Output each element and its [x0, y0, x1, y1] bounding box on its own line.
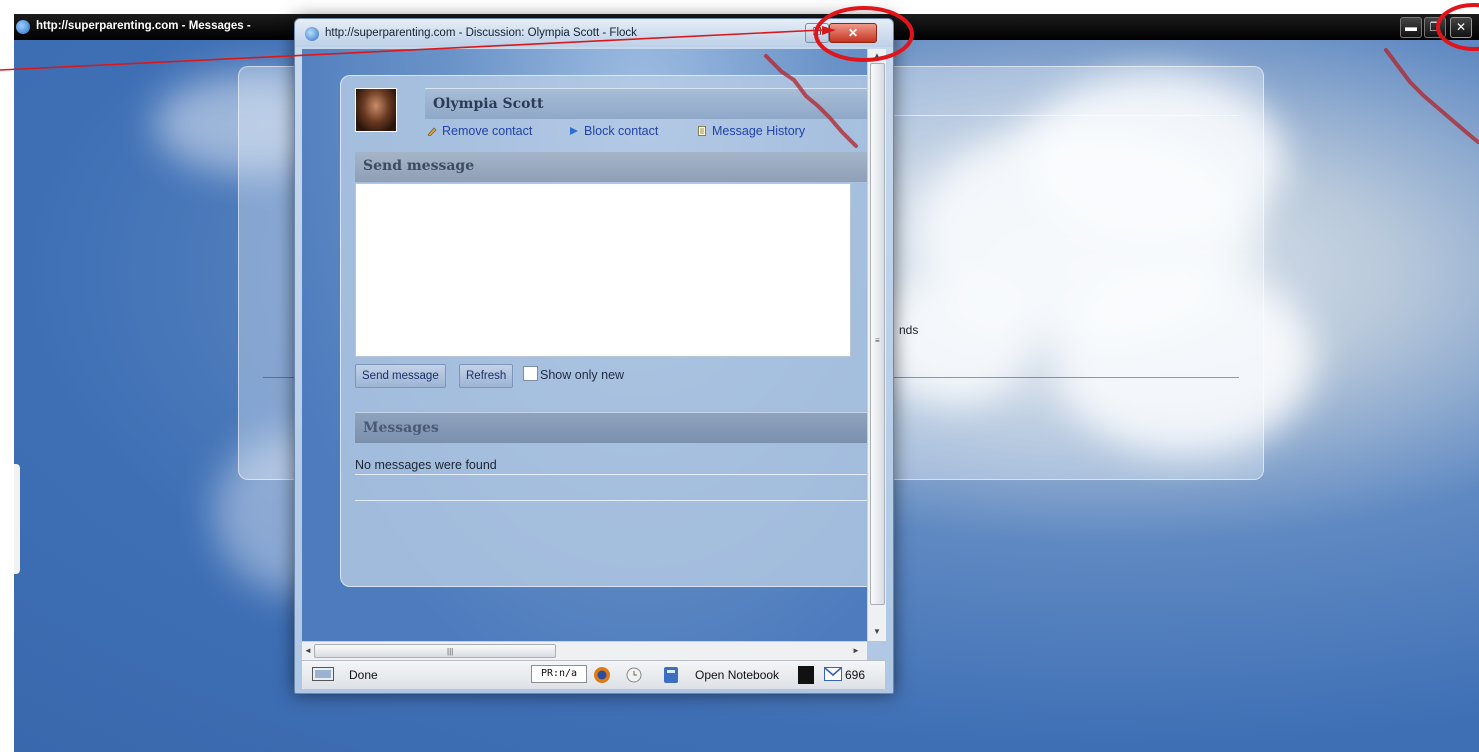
message-textarea[interactable] — [355, 183, 851, 357]
popup-window-title: http://superparenting.com - Discussion: … — [325, 27, 637, 39]
firefox-icon[interactable] — [593, 666, 611, 684]
vertical-scrollbar[interactable]: ▲ ≡ ▼ — [867, 49, 886, 641]
scroll-grip-icon: ||| — [447, 647, 454, 656]
notebook-icon[interactable] — [662, 666, 680, 684]
divider — [355, 500, 867, 501]
scroll-left-arrow[interactable]: ◄ — [304, 646, 312, 655]
pagerank-indicator[interactable]: PR:n/a — [531, 665, 587, 683]
horizontal-scrollbar[interactable]: ◄ ||| ► — [302, 641, 867, 660]
side-tab[interactable] — [14, 464, 20, 574]
close-button[interactable]: ✕ — [1450, 17, 1472, 38]
messages-title: Messages — [363, 420, 439, 436]
remove-contact-label: Remove contact — [442, 124, 533, 138]
remove-contact-icon — [427, 127, 437, 136]
background-text-fragment: nds — [899, 323, 919, 337]
status-text: Done — [349, 668, 378, 682]
discussion-panel: Olympia Scott Remove contact Block conta… — [340, 75, 867, 587]
maximize-button[interactable]: ❐ — [805, 23, 829, 43]
contact-header: Olympia Scott — [425, 88, 867, 119]
background-window-title: http://superparenting.com - Messages - — [36, 20, 251, 32]
avatar[interactable] — [355, 88, 397, 132]
browser-globe-icon — [305, 27, 319, 41]
show-only-new-checkbox[interactable] — [523, 366, 538, 381]
scroll-down-arrow[interactable]: ▼ — [873, 627, 881, 636]
popup-close-button[interactable]: ✕ — [829, 23, 877, 43]
monitor-icon[interactable] — [312, 667, 334, 681]
vertical-scroll-thumb[interactable]: ≡ — [870, 63, 885, 605]
divider — [355, 474, 867, 475]
gmail-icon[interactable] — [824, 667, 842, 681]
block-contact-label: Block contact — [584, 124, 659, 138]
clock-icon[interactable] — [626, 667, 642, 683]
status-bar: Done PR:n/a Open Notebook 696 — [302, 660, 885, 689]
send-message-header: Send message — [355, 152, 867, 182]
send-message-title: Send message — [363, 158, 475, 174]
remove-contact-link[interactable]: Remove contact — [427, 124, 532, 138]
popup-titlebar[interactable]: http://superparenting.com - Discussion: … — [295, 19, 893, 47]
message-history-icon — [698, 126, 706, 136]
browser-globe-icon — [16, 20, 30, 34]
scroll-right-arrow[interactable]: ► — [852, 646, 860, 655]
horizontal-scroll-thumb[interactable]: ||| — [314, 644, 556, 658]
empty-messages-text: No messages were found — [355, 458, 497, 472]
restore-button[interactable]: ❐ — [1424, 17, 1446, 38]
open-notebook-button[interactable]: Open Notebook — [695, 668, 779, 682]
discussion-popup-window: http://superparenting.com - Discussion: … — [294, 18, 894, 694]
scroll-grip-icon: ≡ — [875, 336, 880, 345]
moon-icon[interactable] — [798, 666, 814, 684]
scroll-up-arrow[interactable]: ▲ — [873, 51, 881, 60]
popup-content-area: Olympia Scott Remove contact Block conta… — [302, 49, 867, 641]
send-message-button[interactable]: Send message — [355, 364, 446, 388]
block-contact-icon — [570, 127, 578, 135]
block-contact-link[interactable]: Block contact — [569, 124, 658, 138]
refresh-button[interactable]: Refresh — [459, 364, 514, 388]
message-history-link[interactable]: Message History — [697, 124, 805, 138]
messages-header: Messages — [355, 412, 867, 443]
mail-count: 696 — [845, 668, 866, 682]
minimize-button[interactable]: ▬ — [1400, 17, 1422, 38]
message-history-label: Message History — [712, 124, 806, 138]
contact-name: Olympia Scott — [433, 96, 544, 112]
show-only-new-label: Show only new — [540, 368, 625, 382]
